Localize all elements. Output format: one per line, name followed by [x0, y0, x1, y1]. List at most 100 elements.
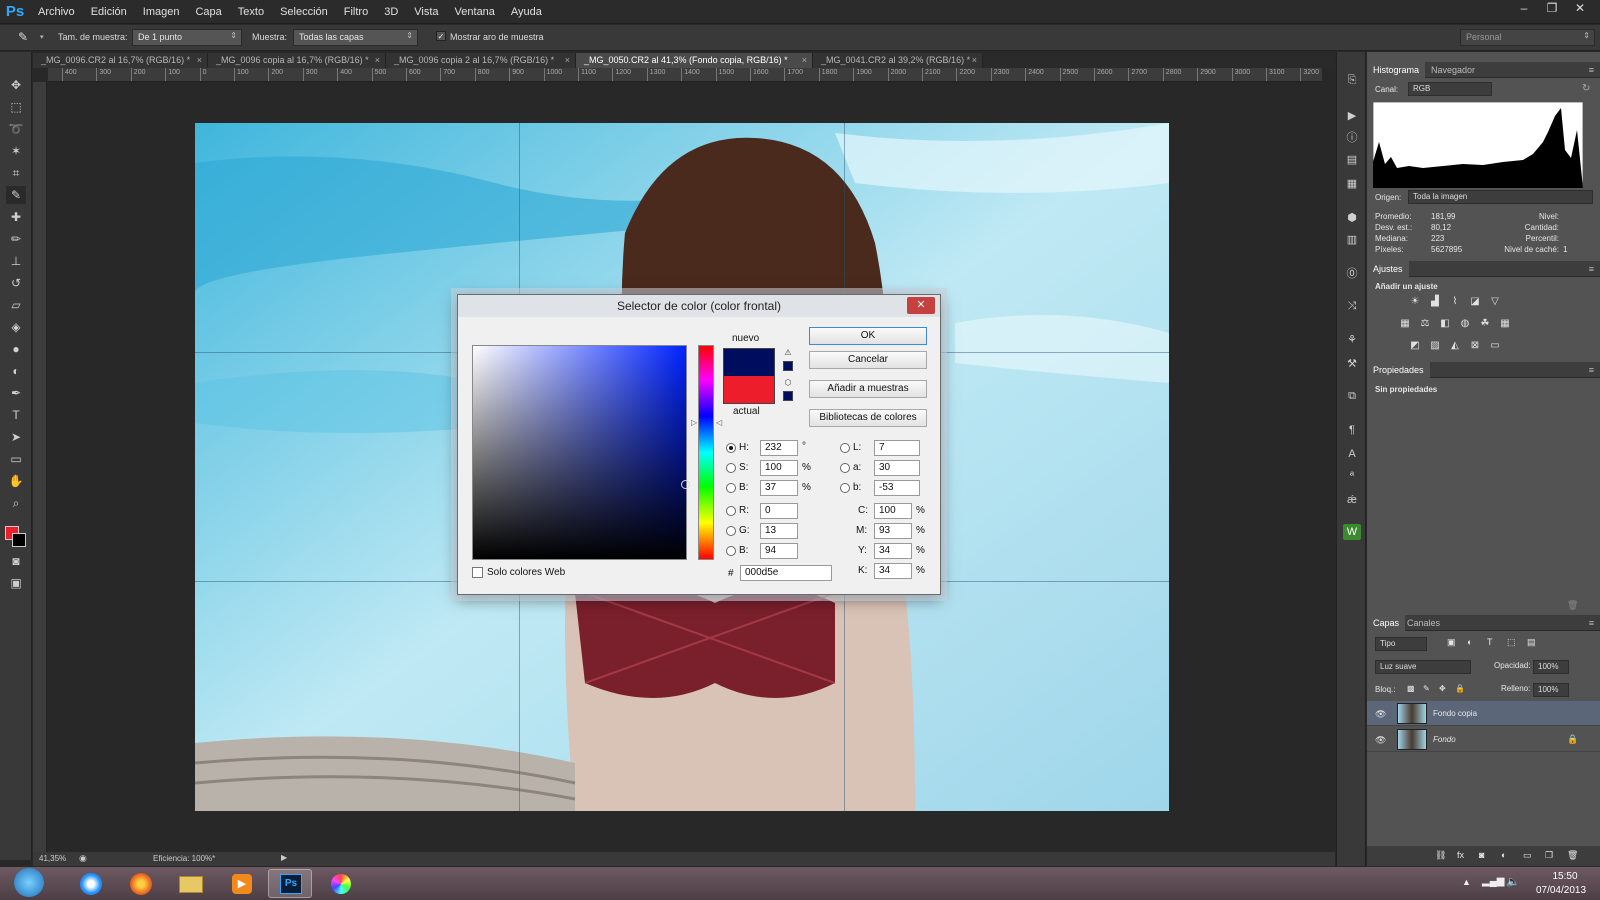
filter-type-icon[interactable]: T: [1487, 637, 1493, 647]
layer-row[interactable]: 👁 Fondo 🔒: [1367, 727, 1600, 752]
panel-menu-icon[interactable]: ≡: [1583, 261, 1600, 277]
lab-l-radio[interactable]: [840, 443, 850, 453]
character-styles-icon[interactable]: ª: [1343, 468, 1361, 484]
timeline-icon[interactable]: ▥: [1343, 232, 1361, 248]
layer-style-icon[interactable]: fx: [1457, 850, 1464, 860]
eye-visibility-icon[interactable]: 👁: [1375, 735, 1386, 746]
panel-menu-icon[interactable]: ≡: [1583, 615, 1600, 631]
panel-menu-icon[interactable]: ≡: [1583, 362, 1600, 378]
tool-presets-icon[interactable]: ⚒: [1343, 356, 1361, 372]
glyphs-icon[interactable]: ǽ: [1343, 492, 1361, 508]
brush-tool-icon[interactable]: ✏: [6, 230, 26, 248]
eyedropper-icon[interactable]: ✎: [18, 30, 38, 46]
brush-presets-icon[interactable]: ⚘: [1343, 332, 1361, 348]
notes-icon[interactable]: ▤: [1343, 152, 1361, 168]
close-icon[interactable]: ×: [802, 53, 807, 68]
close-icon[interactable]: ×: [197, 53, 202, 68]
menu-texto[interactable]: Texto: [230, 6, 272, 18]
new-adjustment-icon[interactable]: ◐: [1501, 850, 1506, 860]
exposure-icon[interactable]: ◪: [1467, 295, 1483, 309]
actions-play-icon[interactable]: ▶: [1343, 108, 1361, 124]
move-tool-icon[interactable]: ✥: [6, 76, 26, 94]
layer-row[interactable]: 👁 Fondo copia: [1367, 701, 1600, 726]
layer-comps-icon[interactable]: ▦: [1343, 176, 1361, 192]
fill-field[interactable]: 100%: [1533, 683, 1569, 697]
web-safe-color-swatch[interactable]: [783, 391, 793, 401]
photo-filter-icon[interactable]: ◍: [1457, 317, 1473, 331]
hex-field[interactable]: 000d5e: [740, 565, 832, 581]
volume-icon[interactable]: 🔈: [1506, 875, 1520, 888]
menu-3d[interactable]: 3D: [376, 6, 406, 18]
taskbar-time[interactable]: 15:50: [1540, 871, 1590, 882]
lab-b-field[interactable]: -53: [874, 480, 920, 496]
close-dialog-button[interactable]: ✕: [907, 297, 935, 314]
menu-ayuda[interactable]: Ayuda: [503, 6, 550, 18]
saturation-field[interactable]: 100: [760, 460, 798, 476]
lock-transparency-icon[interactable]: ▩: [1407, 684, 1415, 693]
zoom-level[interactable]: 41,35%: [39, 854, 66, 863]
layer-filter-select[interactable]: Tipo: [1375, 637, 1427, 651]
info-icon[interactable]: ◉: [79, 853, 87, 864]
blend-mode-select[interactable]: Luz suave: [1375, 660, 1471, 674]
clone-source-icon[interactable]: ⧉: [1343, 388, 1361, 404]
menu-imagen[interactable]: Imagen: [135, 6, 188, 18]
magenta-field[interactable]: 93: [874, 523, 912, 539]
new-layer-icon[interactable]: ❐: [1545, 850, 1553, 861]
posterize-icon[interactable]: ▨: [1427, 339, 1443, 353]
menu-ventana[interactable]: Ventana: [447, 6, 503, 18]
doc-tab[interactable]: _MG_0096 copia al 16,7% (RGB/16) * ×: [208, 53, 386, 68]
refresh-icon[interactable]: ↻: [1582, 83, 1590, 94]
doc-tab[interactable]: _MG_0096 copia 2 al 16,7% (RGB/16) * ×: [386, 53, 576, 68]
cyan-field[interactable]: 100: [874, 503, 912, 519]
type-tool-icon[interactable]: T: [6, 406, 26, 424]
lab-a-radio[interactable]: [840, 463, 850, 473]
filter-pixel-icon[interactable]: ▣: [1447, 637, 1456, 648]
paragraph-icon[interactable]: ¶: [1343, 422, 1361, 438]
gradient-map-icon[interactable]: ▭: [1487, 339, 1503, 353]
hue-slider-left-arrow-icon[interactable]: ▷: [691, 418, 697, 427]
file-explorer-icon[interactable]: [168, 869, 212, 898]
hue-slider-right-arrow-icon[interactable]: ◁: [716, 418, 722, 427]
red-radio[interactable]: [726, 506, 736, 516]
filter-shape-icon[interactable]: ⬚: [1507, 637, 1516, 648]
play-arrow-icon[interactable]: ▶: [281, 853, 287, 862]
internet-explorer-icon[interactable]: [68, 869, 112, 898]
close-icon[interactable]: ×: [972, 53, 977, 68]
menu-vista[interactable]: Vista: [406, 6, 446, 18]
vibrance-icon[interactable]: ▽: [1487, 295, 1503, 309]
healing-brush-tool-icon[interactable]: ✚: [6, 208, 26, 226]
delete-layer-icon[interactable]: 🗑: [1567, 850, 1578, 861]
red-field[interactable]: 0: [760, 503, 798, 519]
black-white-icon[interactable]: ◧: [1437, 317, 1453, 331]
tab-propiedades[interactable]: Propiedades: [1367, 362, 1430, 378]
lasso-tool-icon[interactable]: ➰: [6, 120, 26, 138]
close-icon[interactable]: ×: [565, 53, 570, 68]
character-icon[interactable]: A: [1343, 446, 1361, 462]
network-icon[interactable]: ▂▄▆: [1482, 876, 1504, 887]
clone-stamp-tool-icon[interactable]: ⊥: [6, 252, 26, 270]
opacity-field[interactable]: 100%: [1533, 660, 1569, 674]
channel-mixer-icon[interactable]: ☘: [1477, 317, 1493, 331]
green-radio[interactable]: [726, 526, 736, 536]
path-selection-tool-icon[interactable]: ➤: [6, 428, 26, 446]
link-layers-icon[interactable]: ⛓: [1435, 850, 1446, 861]
menu-archivo[interactable]: Archivo: [30, 6, 83, 18]
filter-adjustment-icon[interactable]: ◐: [1467, 637, 1472, 647]
marquee-tool-icon[interactable]: ⬚: [6, 98, 26, 116]
sample-size-select[interactable]: De 1 punto ⇕: [132, 29, 242, 46]
magic-wand-tool-icon[interactable]: ✶: [6, 142, 26, 160]
start-button-icon[interactable]: [14, 868, 44, 897]
menu-capa[interactable]: Capa: [187, 6, 229, 18]
lab-a-field[interactable]: 30: [874, 460, 920, 476]
yellow-field[interactable]: 34: [874, 543, 912, 559]
taskbar-date[interactable]: 07/04/2013: [1530, 885, 1592, 896]
workspace-select[interactable]: Personal ⇕: [1460, 29, 1595, 46]
color-lookup-icon[interactable]: ▦: [1497, 317, 1513, 331]
gamut-warning-icon[interactable]: ⚠: [783, 348, 793, 358]
paint-bucket-tool-icon[interactable]: ◈: [6, 318, 26, 336]
info-icon[interactable]: ⓘ: [1343, 130, 1361, 146]
dodge-tool-icon[interactable]: ◐: [6, 362, 26, 380]
close-window-button[interactable]: ✕: [1568, 0, 1592, 18]
lab-b-radio[interactable]: [840, 483, 850, 493]
current-color-swatch[interactable]: [723, 376, 775, 404]
